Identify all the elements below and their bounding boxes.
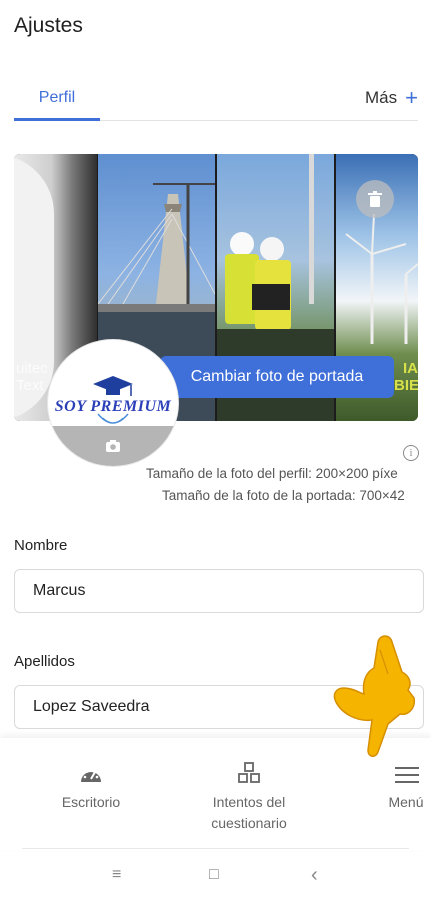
nav-label-menu: Menú [388,794,424,810]
premium-logo [93,376,133,424]
tab-profile[interactable]: Perfil [14,78,100,121]
nav-item-intentos[interactable]: Intentos del cuestionario [196,738,302,834]
trash-icon [368,191,382,207]
change-cover-button[interactable]: Cambiar foto de portada [160,356,394,398]
profile-photo-size-text: Tamaño de la foto del perfil: 200×200 pí… [146,466,398,481]
delete-cover-button[interactable] [356,180,394,218]
tab-more[interactable]: Más + [365,78,418,118]
settings-tabs: Perfil Más + [14,78,418,121]
cover-left-text: uitec Text [16,360,48,394]
system-navigation-bar: ≡ □ ‹ [0,850,431,900]
cover-right-text: IA BIE [394,360,418,394]
change-avatar-button[interactable] [48,426,178,466]
first-name-label: Nombre [14,537,68,554]
nav-separator [22,848,409,849]
nav-label-escritorio: Escritorio [61,794,121,810]
premium-logo-text: SOY PREMIUM [54,398,172,415]
profile-avatar[interactable]: SOY PREMIUM [48,340,178,466]
plus-icon: + [405,85,418,110]
nav-label-intentos: Intentos del cuestionario [211,794,287,831]
cover-photo-size-text: Tamaño de la foto de la portada: 700×42 [162,488,405,503]
hamburger-menu-icon [395,767,419,783]
quiz-attempts-icon [238,762,260,783]
back-button[interactable]: ‹ [311,864,318,887]
page-title: Ajustes [14,14,83,37]
recents-button[interactable]: ≡ [112,866,121,884]
nav-item-escritorio[interactable]: Escritorio [48,738,134,813]
camera-icon [106,440,120,452]
tab-more-label: Más [365,88,398,107]
first-name-field[interactable]: Marcus [14,569,424,613]
info-icon[interactable]: i [403,445,419,461]
home-button[interactable]: □ [209,866,219,884]
pointing-hand-emoji [333,635,416,757]
dashboard-icon [81,767,101,782]
last-name-label: Apellidos [14,653,75,670]
